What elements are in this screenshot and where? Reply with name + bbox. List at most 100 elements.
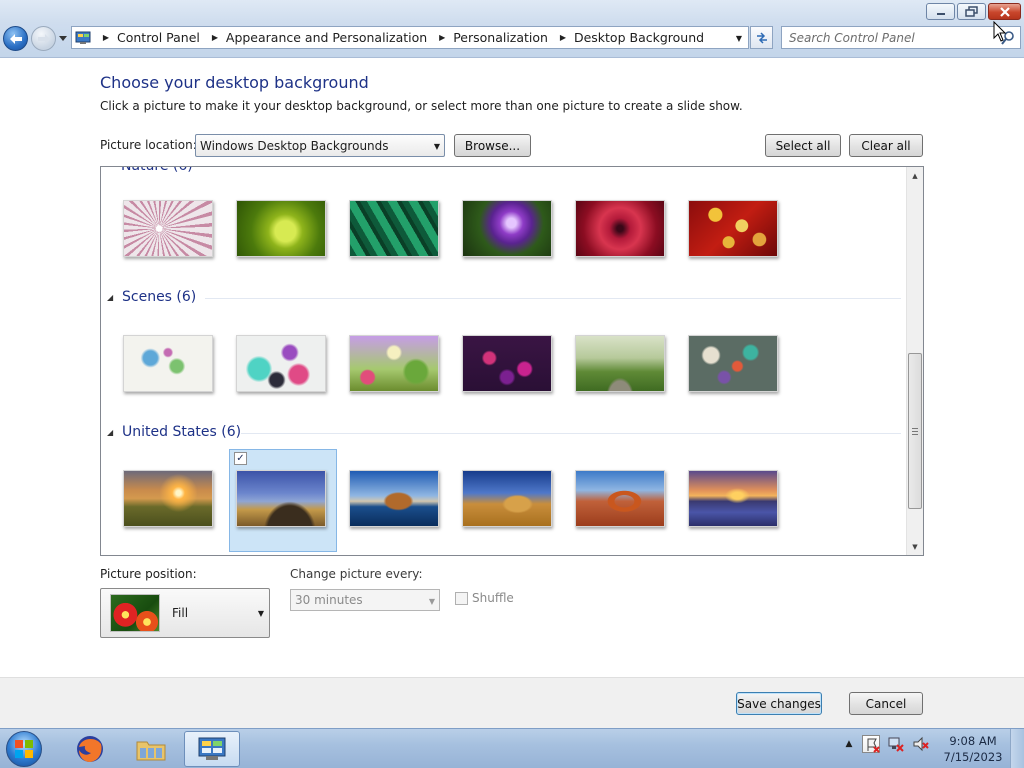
group-title: United States (6) bbox=[122, 424, 242, 440]
wallpaper-thumbnail[interactable] bbox=[575, 335, 665, 392]
arrow-right-icon bbox=[37, 33, 50, 44]
picture-location-label: Picture location: bbox=[100, 138, 197, 152]
select-all-button[interactable]: Select all bbox=[765, 134, 841, 157]
picture-position-value: Fill bbox=[172, 606, 189, 620]
wallpaper-thumbnail[interactable] bbox=[349, 335, 439, 392]
breadcrumb-control-panel[interactable]: Control Panel bbox=[113, 30, 208, 45]
breadcrumb-personalization[interactable]: Personalization bbox=[449, 30, 556, 45]
taskbar-clock[interactable]: 9:08 AM 7/15/2023 bbox=[940, 733, 1006, 765]
picture-position-dropdown[interactable]: Fill ▼ bbox=[100, 588, 270, 638]
control-panel-icon bbox=[198, 737, 226, 760]
wallpaper-thumbnail[interactable] bbox=[123, 200, 213, 257]
mouse-cursor-icon bbox=[993, 21, 1007, 42]
group-title: Scenes (6) bbox=[122, 289, 197, 305]
wallpaper-thumbnail[interactable] bbox=[123, 470, 213, 527]
search-input[interactable]: Search Control Panel bbox=[781, 26, 1021, 49]
breadcrumb-separator-icon[interactable]: ▶ bbox=[99, 32, 113, 44]
picture-position-label: Picture position: bbox=[100, 567, 197, 581]
forward-button[interactable] bbox=[31, 26, 56, 51]
taskbar-firefox[interactable] bbox=[62, 731, 118, 767]
chevron-down-icon: ▼ bbox=[257, 609, 264, 618]
action-center-flag-icon[interactable] bbox=[862, 735, 880, 753]
refresh-icon bbox=[756, 31, 767, 44]
chevron-down-icon: ▼ bbox=[433, 142, 440, 151]
thumbnail-checkbox[interactable]: ✓ bbox=[234, 452, 247, 465]
wallpaper-thumbnail[interactable] bbox=[688, 470, 778, 527]
browse-button[interactable]: Browse... bbox=[454, 134, 531, 157]
volume-icon[interactable] bbox=[912, 735, 930, 753]
window-title-bar: ▶ Control Panel ▶ Appearance and Persona… bbox=[0, 0, 1024, 58]
breadcrumb-separator-icon[interactable]: ▶ bbox=[435, 32, 449, 44]
grip-icon bbox=[912, 427, 918, 435]
change-picture-label: Change picture every: bbox=[290, 567, 423, 581]
scrollbar-thumb[interactable] bbox=[908, 353, 922, 509]
scroll-down-arrow-icon[interactable]: ▼ bbox=[907, 538, 923, 555]
wallpaper-thumbnail[interactable] bbox=[236, 335, 326, 392]
system-tray: ▲ bbox=[843, 735, 937, 753]
taskbar: ▲ 9:08 AM 7/15/2023 bbox=[0, 728, 1024, 768]
group-header-united-states[interactable]: ◢ United States (6) bbox=[107, 424, 241, 440]
collapse-triangle-icon[interactable]: ◢ bbox=[107, 428, 119, 437]
position-preview-image bbox=[110, 594, 160, 632]
network-icon[interactable] bbox=[887, 735, 905, 753]
breadcrumb-separator-icon[interactable]: ▶ bbox=[556, 32, 570, 44]
wallpaper-thumbnail[interactable] bbox=[123, 335, 213, 392]
taskbar-control-panel[interactable] bbox=[184, 731, 240, 767]
address-history-dropdown[interactable]: ▼ bbox=[732, 31, 746, 45]
wallpaper-thumbnail[interactable] bbox=[688, 200, 778, 257]
control-panel-icon bbox=[75, 31, 91, 44]
page-description: Click a picture to make it your desktop … bbox=[100, 99, 743, 113]
picture-location-value: Windows Desktop Backgrounds bbox=[200, 138, 389, 153]
wallpaper-thumbnail[interactable] bbox=[349, 200, 439, 257]
wallpaper-thumbnail[interactable] bbox=[462, 470, 552, 527]
breadcrumb-appearance[interactable]: Appearance and Personalization bbox=[222, 30, 435, 45]
close-button[interactable] bbox=[988, 3, 1021, 20]
group-header-scenes[interactable]: ◢ Scenes (6) bbox=[107, 289, 196, 305]
cancel-button[interactable]: Cancel bbox=[849, 692, 923, 715]
firefox-icon bbox=[77, 736, 103, 762]
wallpaper-thumbnail[interactable] bbox=[688, 335, 778, 392]
page-title: Choose your desktop background bbox=[100, 73, 369, 92]
clear-all-button[interactable]: Clear all bbox=[849, 134, 923, 157]
group-header-nature[interactable]: Nature (6) bbox=[121, 167, 193, 174]
start-button[interactable] bbox=[6, 731, 42, 767]
wallpaper-thumbnail[interactable] bbox=[462, 200, 552, 257]
wallpaper-thumbnail[interactable] bbox=[462, 335, 552, 392]
shuffle-label: Shuffle bbox=[472, 591, 514, 605]
address-bar[interactable]: ▶ Control Panel ▶ Appearance and Persona… bbox=[71, 26, 749, 49]
group-divider bbox=[205, 298, 901, 299]
arrow-left-icon bbox=[9, 33, 22, 44]
clock-date: 7/15/2023 bbox=[943, 750, 1003, 764]
refresh-button[interactable] bbox=[750, 26, 773, 49]
breadcrumb-desktop-background[interactable]: Desktop Background bbox=[570, 30, 712, 45]
collapse-triangle-icon[interactable]: ◢ bbox=[107, 293, 119, 302]
gallery-scrollbar[interactable]: ▲ ▼ bbox=[906, 167, 923, 555]
wallpaper-thumbnail[interactable] bbox=[349, 470, 439, 527]
change-picture-value: 30 minutes bbox=[295, 593, 363, 607]
recent-pages-dropdown[interactable] bbox=[58, 33, 68, 43]
search-placeholder: Search Control Panel bbox=[789, 30, 915, 45]
picture-location-dropdown[interactable]: Windows Desktop Backgrounds ▼ bbox=[195, 134, 445, 157]
windows-logo-icon bbox=[15, 740, 33, 758]
group-divider bbox=[241, 433, 901, 434]
scroll-up-arrow-icon[interactable]: ▲ bbox=[907, 167, 923, 184]
breadcrumb-separator-icon[interactable]: ▶ bbox=[208, 32, 222, 44]
wallpaper-thumbnail[interactable] bbox=[575, 200, 665, 257]
folder-icon bbox=[136, 741, 166, 761]
wallpaper-gallery[interactable]: Nature (6) ◢ Scenes (6) ◢ United States … bbox=[100, 166, 924, 556]
restore-button[interactable] bbox=[957, 3, 986, 20]
taskbar-file-explorer[interactable] bbox=[123, 731, 179, 767]
show-hidden-icons-icon[interactable]: ▲ bbox=[843, 735, 855, 753]
wallpaper-thumbnail[interactable] bbox=[575, 470, 665, 527]
wallpaper-thumbnail[interactable] bbox=[236, 200, 326, 257]
clock-time: 9:08 AM bbox=[949, 734, 997, 748]
chevron-down-icon: ▼ bbox=[428, 597, 435, 606]
back-button[interactable] bbox=[3, 26, 28, 51]
checkbox-box bbox=[455, 591, 468, 605]
wallpaper-thumbnail[interactable] bbox=[236, 470, 326, 527]
shuffle-checkbox: Shuffle bbox=[455, 591, 514, 605]
minimize-button[interactable] bbox=[926, 3, 955, 20]
save-changes-button[interactable]: Save changes bbox=[736, 692, 822, 715]
change-picture-dropdown: 30 minutes ▼ bbox=[290, 589, 440, 611]
show-desktop-button[interactable] bbox=[1010, 729, 1024, 768]
